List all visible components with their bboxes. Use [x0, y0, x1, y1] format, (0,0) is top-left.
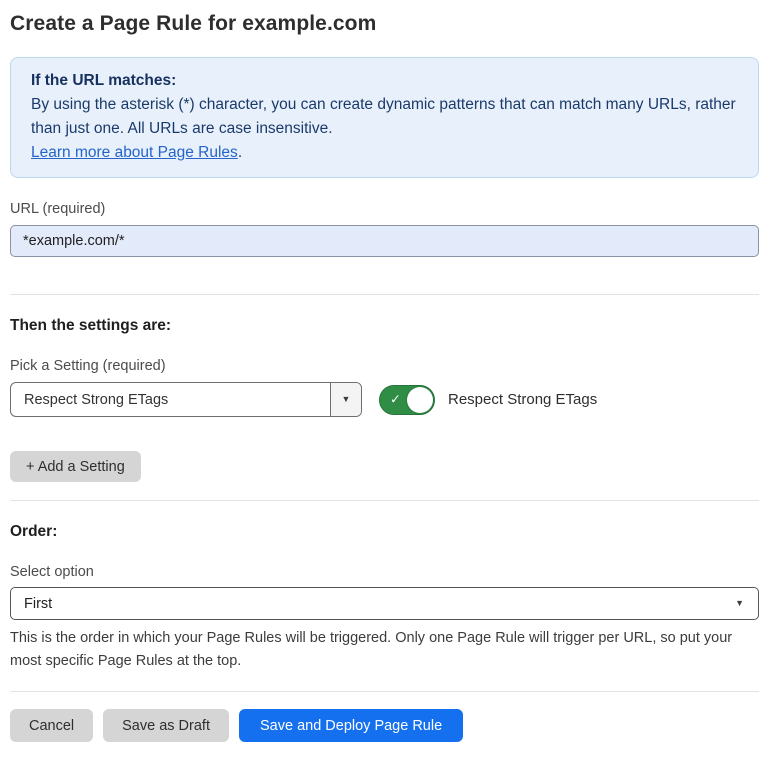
order-select[interactable]: First ▼ — [10, 587, 759, 620]
toggle-wrap: ✓ Respect Strong ETags — [379, 385, 597, 415]
order-section-heading: Order: — [10, 523, 759, 541]
save-deploy-button[interactable]: Save and Deploy Page Rule — [239, 709, 463, 742]
setting-row: Respect Strong ETags ▼ ✓ Respect Strong … — [10, 382, 759, 417]
divider — [10, 294, 759, 295]
setting-toggle[interactable]: ✓ — [379, 385, 435, 415]
save-draft-button[interactable]: Save as Draft — [103, 709, 229, 742]
setting-dropdown[interactable]: Respect Strong ETags ▼ — [10, 382, 362, 417]
add-setting-button[interactable]: + Add a Setting — [10, 451, 141, 482]
url-match-info-box: If the URL matches: By using the asteris… — [10, 57, 759, 178]
url-input[interactable] — [10, 225, 759, 257]
learn-more-link[interactable]: Learn more about Page Rules — [31, 144, 238, 161]
info-link-row: Learn more about Page Rules. — [31, 141, 738, 165]
link-period: . — [238, 144, 242, 161]
cancel-button[interactable]: Cancel — [10, 709, 93, 742]
dropdown-arrow-button[interactable]: ▼ — [330, 383, 361, 416]
divider — [10, 500, 759, 501]
select-option-label: Select option — [10, 564, 759, 580]
toggle-label: Respect Strong ETags — [448, 391, 597, 408]
caret-down-icon: ▼ — [342, 395, 351, 404]
order-select-value: First — [24, 596, 52, 612]
setting-dropdown-value: Respect Strong ETags — [11, 392, 330, 408]
info-box-heading: If the URL matches: — [31, 69, 738, 93]
url-label: URL (required) — [10, 201, 759, 217]
pick-setting-label: Pick a Setting (required) — [10, 358, 759, 374]
divider — [10, 691, 759, 692]
footer-actions: Cancel Save as Draft Save and Deploy Pag… — [10, 709, 759, 742]
settings-section-heading: Then the settings are: — [10, 317, 759, 335]
caret-down-icon: ▼ — [735, 599, 744, 608]
page-title: Create a Page Rule for example.com — [10, 12, 759, 36]
create-page-rule-form: Create a Page Rule for example.com If th… — [10, 12, 759, 742]
order-help-text: This is the order in which your Page Rul… — [10, 627, 750, 673]
info-box-body: By using the asterisk (*) character, you… — [31, 93, 738, 141]
toggle-knob — [407, 387, 433, 413]
check-icon: ✓ — [390, 391, 401, 407]
